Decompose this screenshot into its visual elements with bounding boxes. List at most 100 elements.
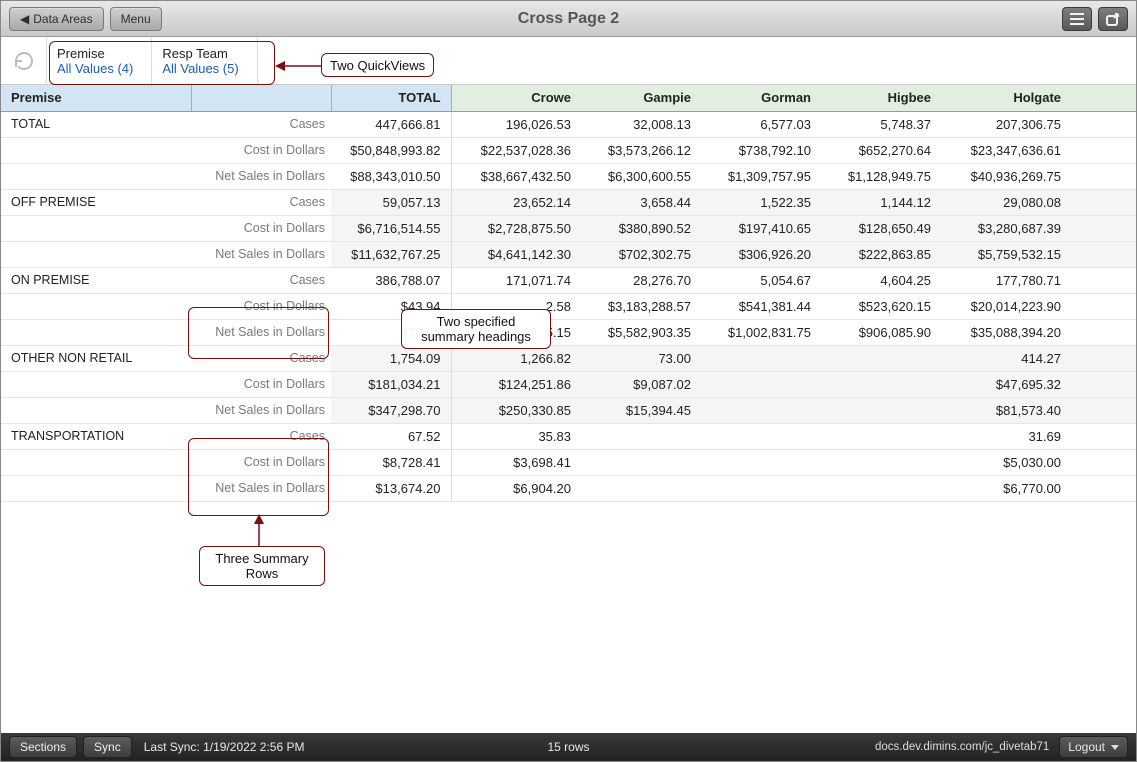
cell-value: $6,770.00 [941,475,1071,501]
table-row[interactable]: OFF PREMISECases59,057.1323,652.143,658.… [1,189,1136,215]
annotation-summary-rows-label: Three Summary Rows [199,546,325,586]
cell-spacer [1071,215,1136,241]
cell-total: $11,632,767.25 [331,241,451,267]
annotation-quickviews-label: Two QuickViews [321,53,434,77]
cell-value: 29,080.08 [941,189,1071,215]
cell-value: $222,863.85 [821,241,941,267]
header-col[interactable]: Holgate [941,85,1071,111]
table-row[interactable]: Cost in Dollars$43,942.58$3,183,288.57$5… [1,293,1136,319]
cell-spacer [1071,241,1136,267]
cell-value [821,397,941,423]
header-col[interactable]: Higbee [821,85,941,111]
cell-value: 414.27 [941,345,1071,371]
table-row[interactable]: Net Sales in Dollars$76,345.15$5,582,903… [1,319,1136,345]
table-scroll[interactable]: Premise TOTAL Crowe Gampie Gorman Higbee… [1,85,1136,733]
cell-value: 177,780.71 [941,267,1071,293]
cell-total: 59,057.13 [331,189,451,215]
cell-spacer [1071,449,1136,475]
cell-value: 5,748.37 [821,111,941,137]
cell-value: $22,537,028.36 [451,137,581,163]
logout-button[interactable]: Logout [1059,736,1128,758]
table-row[interactable]: Net Sales in Dollars$347,298.70$250,330.… [1,397,1136,423]
header-total[interactable]: TOTAL [331,85,451,111]
cell-value: 171,071.74 [451,267,581,293]
last-sync-label: Last Sync: 1/19/2022 2:56 PM [144,740,305,754]
cell-value: 23,652.14 [451,189,581,215]
cell-value: $128,650.49 [821,215,941,241]
cell-value [581,449,701,475]
table-row[interactable]: Net Sales in Dollars$13,674.20$6,904.20$… [1,475,1136,501]
cell-spacer [1071,163,1136,189]
header-col[interactable]: Gorman [701,85,821,111]
cell-value [701,345,821,371]
cell-value: $3,280,687.39 [941,215,1071,241]
share-icon[interactable] [1098,7,1128,31]
cell-value [821,371,941,397]
table-row[interactable]: Cost in Dollars$8,728.41$3,698.41$5,030.… [1,449,1136,475]
cell-value: $906,085.90 [821,319,941,345]
row-group-label [1,397,191,423]
row-group-label [1,241,191,267]
header-col[interactable]: Gampie [581,85,701,111]
row-group-label: TRANSPORTATION [1,423,191,449]
table-row[interactable]: Cost in Dollars$6,716,514.55$2,728,875.5… [1,215,1136,241]
server-url-label: docs.dev.dimins.com/jc_divetab71 [875,741,1049,753]
cell-value: 1,144.12 [821,189,941,215]
cell-value: $81,573.40 [941,397,1071,423]
cell-value [821,475,941,501]
cell-value: $6,904.20 [451,475,581,501]
refresh-icon[interactable] [1,37,47,84]
cell-spacer [1071,137,1136,163]
cell-value [821,423,941,449]
row-measure-label: Net Sales in Dollars [191,241,331,267]
cell-value: $23,347,636.61 [941,137,1071,163]
menu-button[interactable]: Menu [110,7,162,31]
data-areas-button[interactable]: ◀ Data Areas [9,7,104,31]
cell-value [701,475,821,501]
cell-value: $38,667,432.50 [451,163,581,189]
cell-value: $1,128,949.75 [821,163,941,189]
sync-button[interactable]: Sync [83,736,132,758]
table-header-row: Premise TOTAL Crowe Gampie Gorman Higbee… [1,85,1136,111]
cell-spacer [1071,475,1136,501]
hamburger-icon[interactable] [1062,7,1092,31]
header-spacer [1071,85,1136,111]
table-row[interactable]: TOTALCases447,666.81196,026.5332,008.136… [1,111,1136,137]
row-group-label [1,137,191,163]
cell-value: 6,577.03 [701,111,821,137]
table-row[interactable]: TRANSPORTATIONCases67.5235.8331.69 [1,423,1136,449]
annotation-outline-quickviews [49,41,275,85]
cell-total: $347,298.70 [331,397,451,423]
cell-value: $35,088,394.20 [941,319,1071,345]
table-row[interactable]: OTHER NON RETAILCases1,754.091,266.8273.… [1,345,1136,371]
annotation-outline-summary-headings [188,307,329,359]
header-row-label[interactable]: Premise [1,85,191,111]
cell-value: 207,306.75 [941,111,1071,137]
table-row[interactable]: Net Sales in Dollars$88,343,010.50$38,66… [1,163,1136,189]
cell-value: $5,030.00 [941,449,1071,475]
cell-spacer [1071,397,1136,423]
cross-table: Premise TOTAL Crowe Gampie Gorman Higbee… [1,85,1136,502]
cell-spacer [1071,371,1136,397]
cell-value [581,423,701,449]
row-group-label [1,215,191,241]
row-measure-label: Cost in Dollars [191,137,331,163]
row-group-label [1,293,191,319]
row-measure-label: Cost in Dollars [191,371,331,397]
cell-value: 4,604.25 [821,267,941,293]
table-row[interactable]: Cost in Dollars$50,848,993.82$22,537,028… [1,137,1136,163]
cell-value: $652,270.64 [821,137,941,163]
cell-value: $3,183,288.57 [581,293,701,319]
cell-value: 196,026.53 [451,111,581,137]
cell-spacer [1071,345,1136,371]
cell-spacer [1071,267,1136,293]
cell-value [821,345,941,371]
table-row[interactable]: ON PREMISECases386,788.07171,071.7428,27… [1,267,1136,293]
cell-value: 35.83 [451,423,581,449]
header-col[interactable]: Crowe [451,85,581,111]
sections-button[interactable]: Sections [9,736,77,758]
table-row[interactable]: Cost in Dollars$181,034.21$124,251.86$9,… [1,371,1136,397]
top-toolbar: ◀ Data Areas Menu Cross Page 2 [1,1,1136,37]
table-row[interactable]: Net Sales in Dollars$11,632,767.25$4,641… [1,241,1136,267]
row-measure-label: Cases [191,111,331,137]
